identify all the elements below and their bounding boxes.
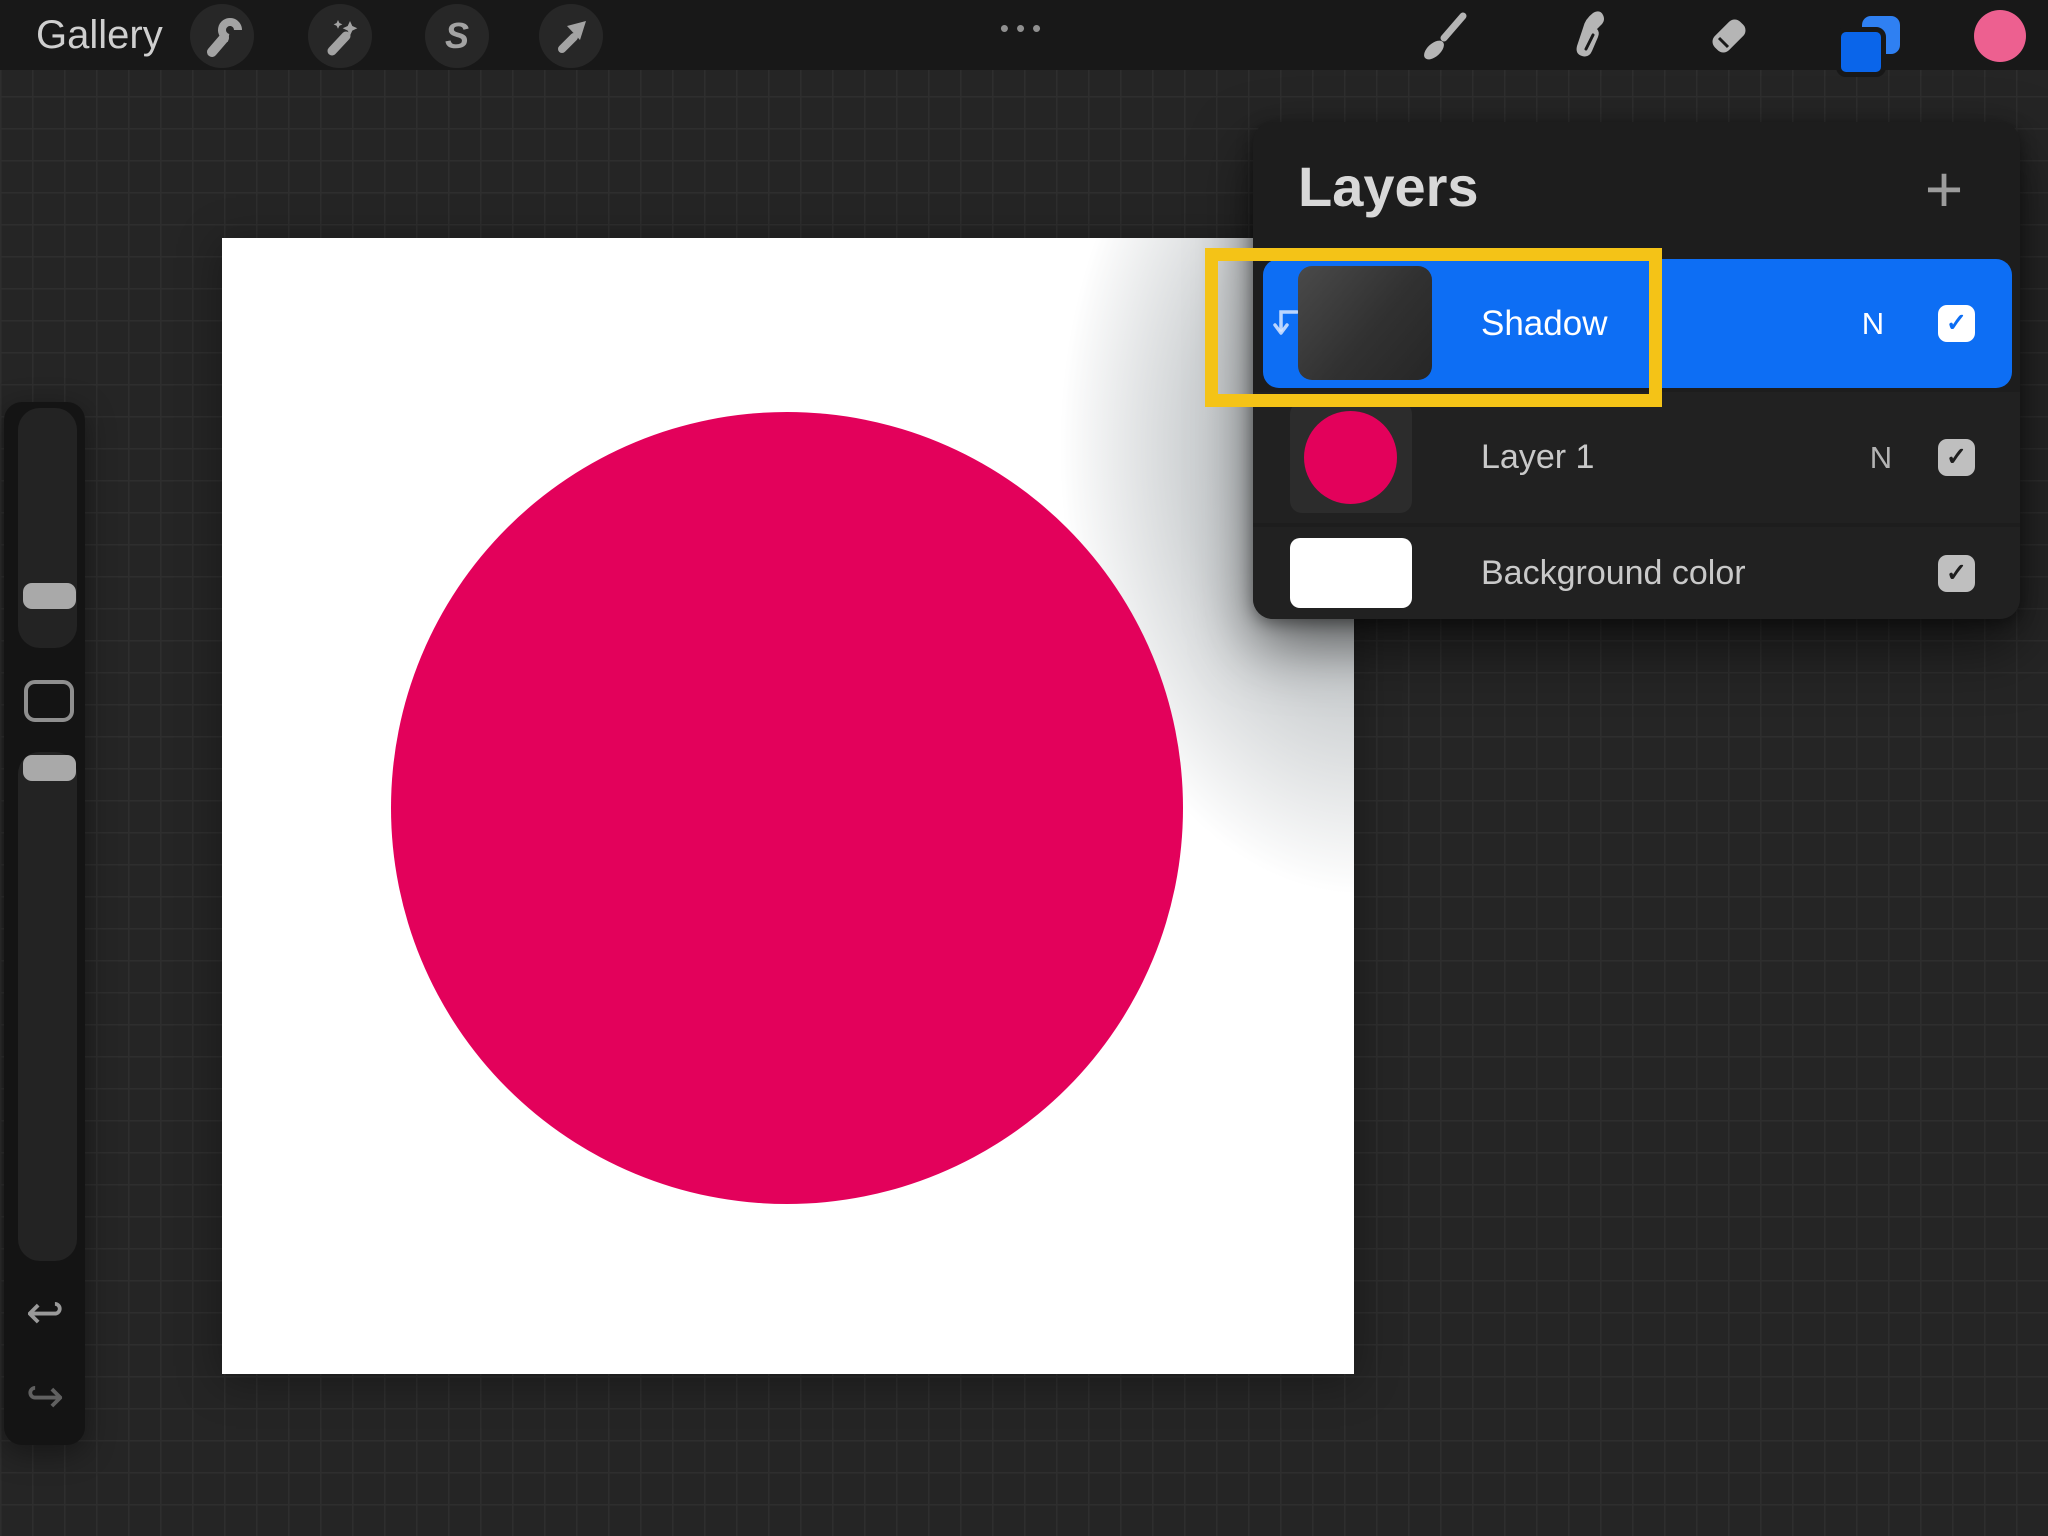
thumbnail-circle-preview	[1304, 411, 1397, 504]
layers-panel-title: Layers	[1298, 156, 1479, 218]
eraser-button[interactable]	[1701, 7, 1757, 63]
brush-opacity-slider-handle[interactable]	[23, 755, 76, 781]
layer-name: Layer 1	[1481, 392, 1594, 523]
pink-circle-artwork	[391, 412, 1183, 1204]
layer-row-background-color[interactable]: Background color ✓	[1253, 527, 2020, 619]
eraser-icon	[1703, 9, 1755, 61]
gallery-button[interactable]: Gallery	[36, 0, 163, 70]
smudge-button[interactable]	[1558, 7, 1614, 63]
layer-row-layer1[interactable]: Layer 1 N ✓	[1253, 392, 2020, 523]
actions-button[interactable]	[190, 4, 254, 68]
top-toolbar: Gallery S •••	[0, 0, 2048, 70]
selection-button[interactable]: S	[425, 4, 489, 68]
redo-icon[interactable]: ↪	[10, 1366, 80, 1426]
sidebar-controls: ↩ ↪	[4, 402, 85, 1445]
brush-opacity-slider[interactable]	[18, 752, 77, 1261]
highlight-annotation-rectangle	[1205, 248, 1662, 407]
brush-size-slider-handle[interactable]	[23, 583, 76, 609]
background-color-thumbnail[interactable]	[1290, 538, 1412, 608]
wrench-icon	[200, 14, 244, 58]
add-layer-button[interactable]: +	[1909, 152, 1979, 226]
modify-button[interactable]	[24, 680, 74, 722]
layer-name: Background color	[1481, 527, 1746, 619]
more-options-icon[interactable]: •••	[984, 0, 1064, 56]
layer-thumbnail[interactable]	[1290, 402, 1412, 513]
transform-button[interactable]	[539, 4, 603, 68]
layers-button-active[interactable]	[1836, 14, 1906, 62]
layer-visibility-checkbox[interactable]: ✓	[1938, 555, 1975, 592]
layer-visibility-checkbox[interactable]: ✓	[1938, 305, 1975, 342]
brush-button[interactable]	[1415, 7, 1471, 63]
brush-icon	[1417, 9, 1469, 61]
color-swatch-button[interactable]	[1974, 10, 2026, 62]
transform-arrow-icon	[549, 14, 593, 58]
brush-size-slider[interactable]	[18, 408, 77, 648]
drawing-canvas[interactable]	[222, 238, 1354, 1374]
blend-mode-button[interactable]: N	[1859, 392, 1903, 523]
magic-wand-icon	[318, 14, 362, 58]
undo-icon[interactable]: ↩	[10, 1282, 80, 1342]
adjustments-button[interactable]	[308, 4, 372, 68]
blend-mode-button[interactable]: N	[1851, 259, 1895, 388]
smudge-finger-icon	[1560, 9, 1612, 61]
layer-visibility-checkbox[interactable]: ✓	[1938, 439, 1975, 476]
selection-s-icon: S	[445, 15, 469, 57]
